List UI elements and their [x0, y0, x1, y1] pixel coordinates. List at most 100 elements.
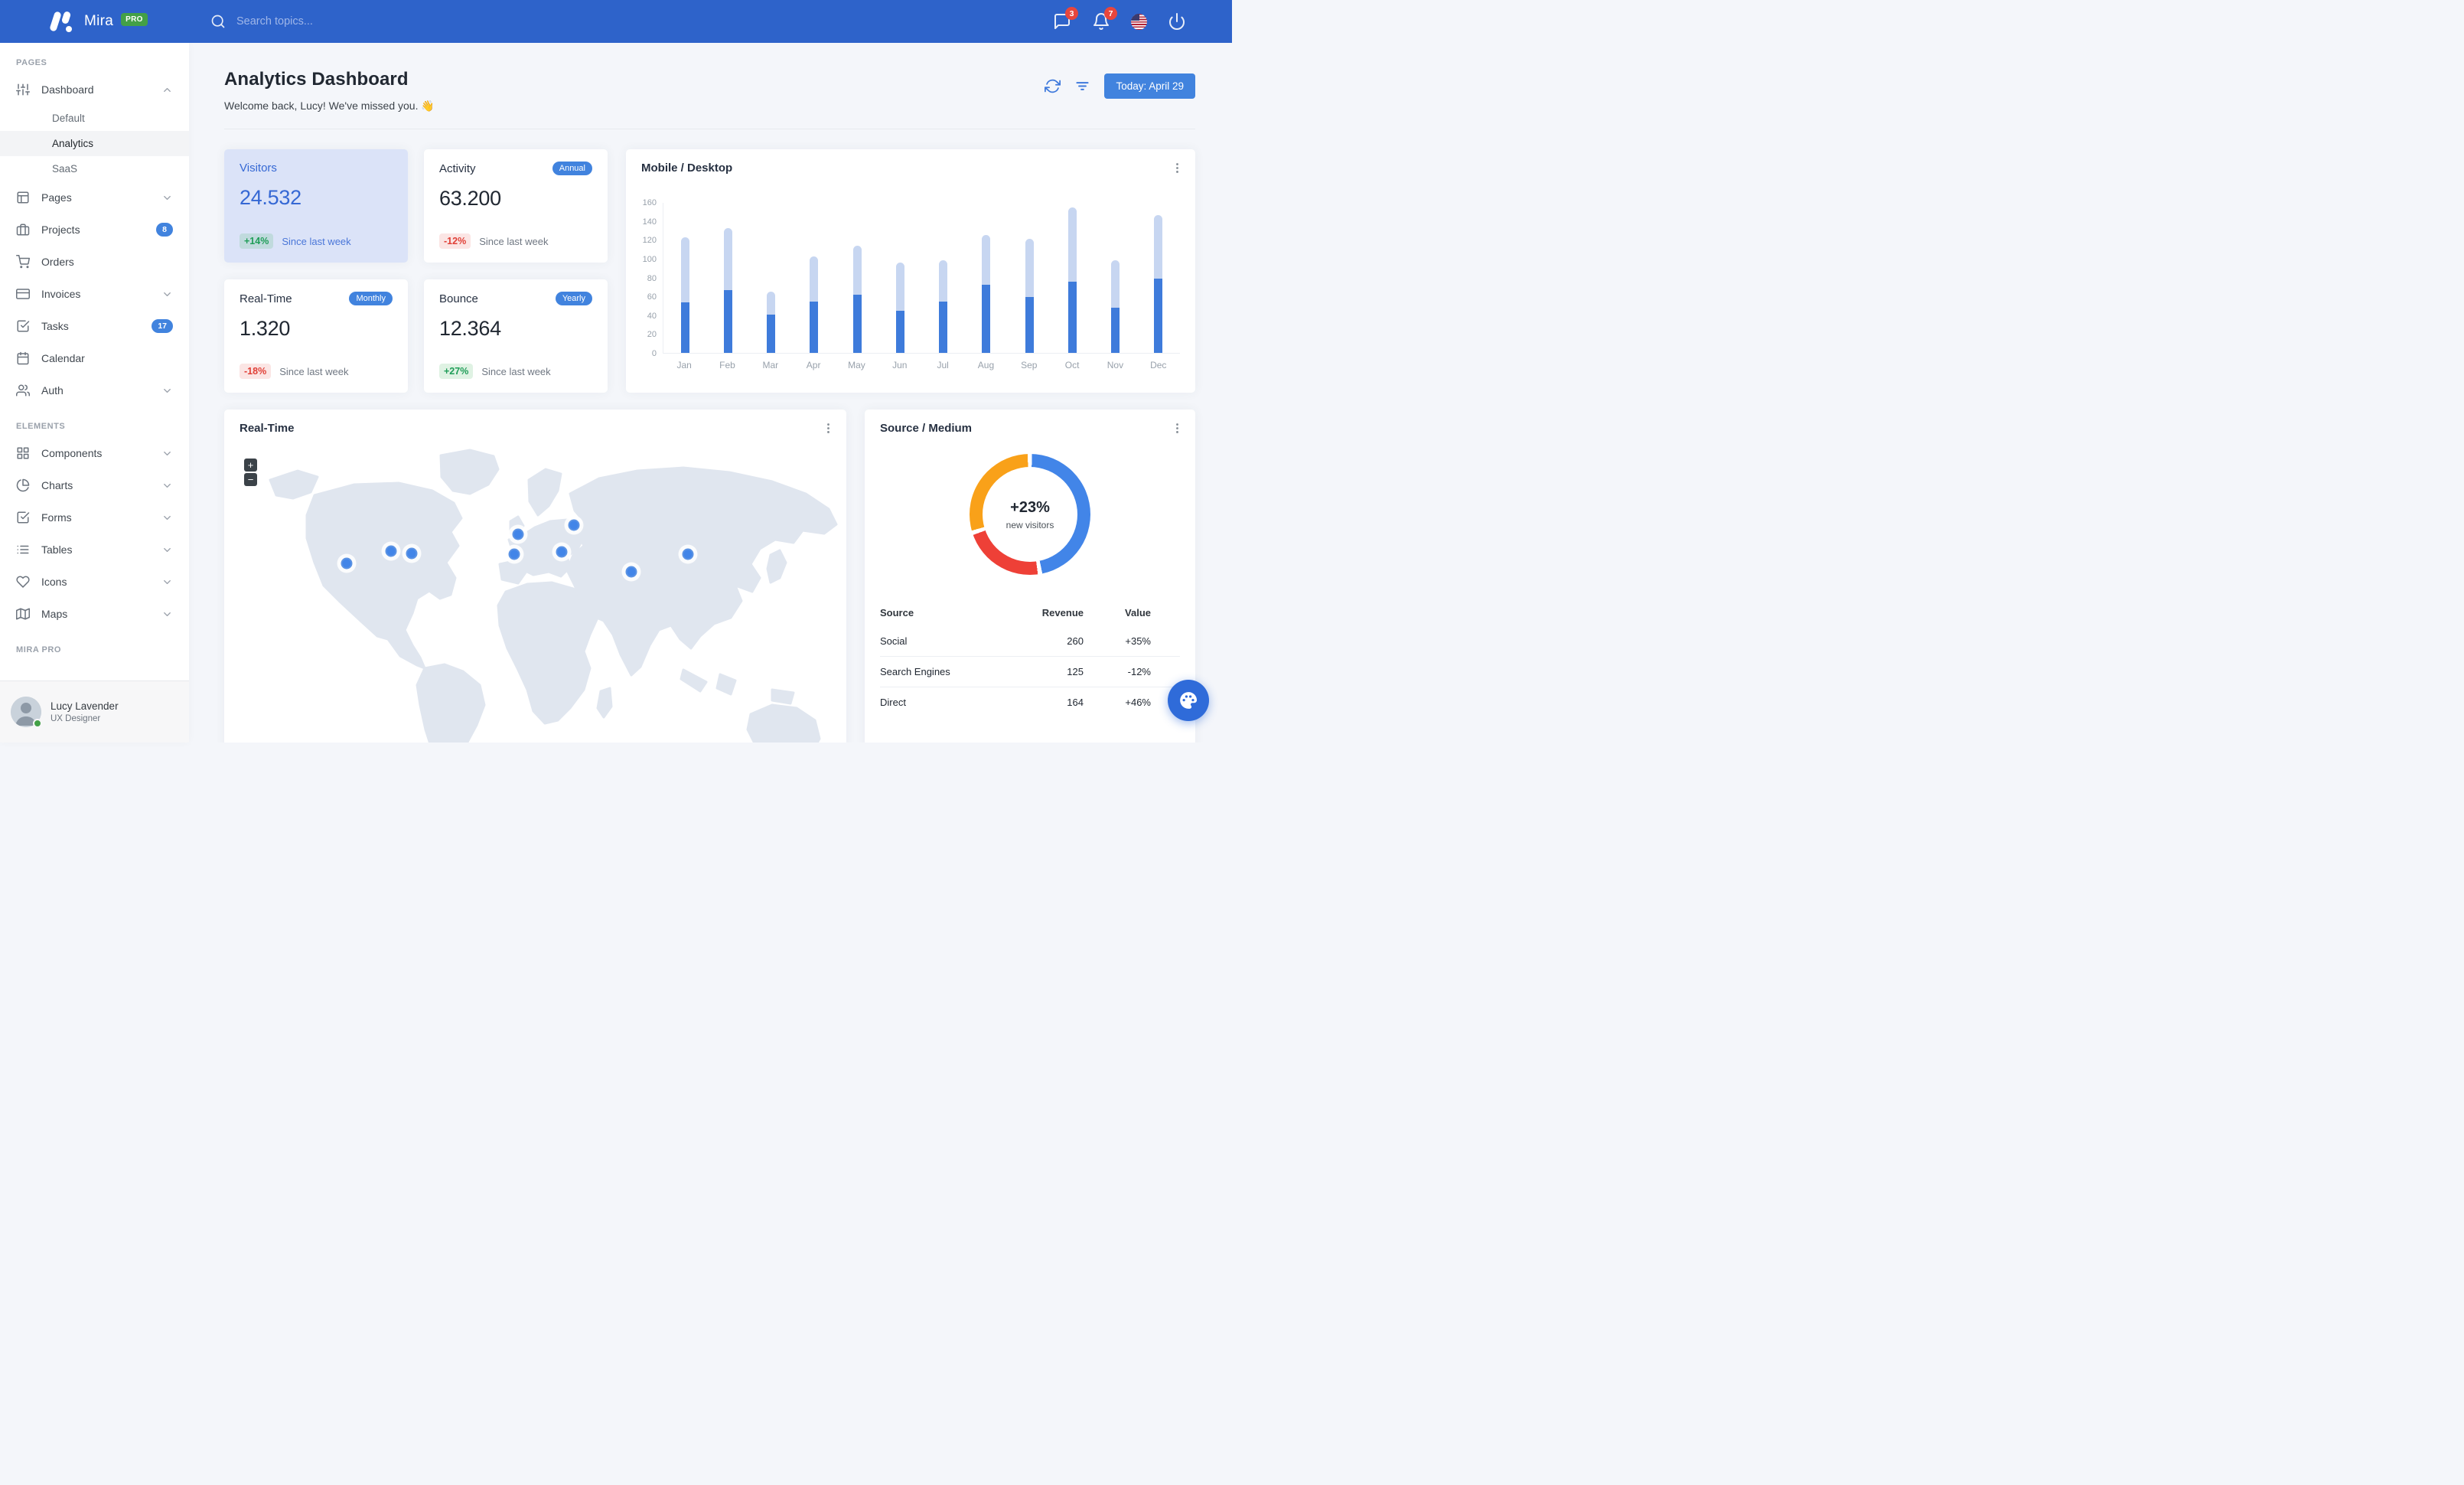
- y-tick-label: 0: [651, 349, 657, 358]
- stat-delta-badge: +14%: [240, 233, 274, 249]
- mobile-desktop-card: Mobile / Desktop 0 20 40 60 80 100 120 140 160 J…: [626, 149, 1195, 393]
- refresh-button[interactable]: [1045, 78, 1061, 95]
- donut-card-menu-button[interactable]: [1169, 420, 1185, 436]
- map-card-menu-button[interactable]: [820, 420, 836, 436]
- map-zoom-out-button[interactable]: −: [244, 473, 257, 486]
- stat-period-badge[interactable]: Yearly: [555, 292, 592, 305]
- bar-aug[interactable]: [982, 234, 991, 353]
- donut-center-label: new visitors: [1005, 519, 1054, 530]
- chevron-down-icon: [161, 448, 173, 459]
- sliders-icon: [16, 83, 30, 96]
- sidebar-item-charts[interactable]: Charts: [0, 469, 189, 501]
- bar-sep[interactable]: [1025, 238, 1034, 353]
- sidebar-subitem-saas[interactable]: SaaS: [0, 156, 189, 181]
- y-tick-label: 120: [642, 236, 657, 246]
- bar-jun[interactable]: [895, 263, 904, 353]
- bar-nov[interactable]: [1111, 259, 1120, 353]
- bar-feb[interactable]: [723, 228, 732, 353]
- world-map-svg: [269, 449, 838, 742]
- col-source: Source: [880, 607, 914, 618]
- sidebar-subitem-analytics[interactable]: Analytics: [0, 131, 189, 156]
- stat-caption: Since last week: [282, 235, 351, 247]
- search-icon: [210, 14, 226, 29]
- sidebar-item-calendar[interactable]: Calendar: [0, 342, 189, 374]
- donut-chart: +23% new visitors: [880, 454, 1180, 575]
- map-marker-new-york[interactable]: [406, 547, 418, 560]
- list-icon: [16, 543, 30, 556]
- map-zoom-controls: + −: [244, 459, 257, 486]
- map-marker-china[interactable]: [682, 548, 694, 560]
- filter-button[interactable]: [1074, 78, 1091, 95]
- x-tick-label: Mar: [762, 360, 779, 370]
- chart-y-axis: 0 20 40 60 80 100 120 140 160: [641, 198, 663, 358]
- bar-may[interactable]: [852, 246, 862, 353]
- notifications-button[interactable]: 7: [1092, 7, 1117, 31]
- map-marker-india[interactable]: [625, 566, 637, 578]
- map-marker-turkey[interactable]: [556, 546, 568, 558]
- sidebar-item-orders[interactable]: Orders: [0, 246, 189, 278]
- x-tick-label: Nov: [1107, 360, 1124, 370]
- sidebar-item-auth[interactable]: Auth: [0, 374, 189, 406]
- bar-oct[interactable]: [1067, 207, 1077, 353]
- map-marker-california[interactable]: [341, 557, 353, 570]
- sidebar-item-tasks[interactable]: Tasks 17: [0, 310, 189, 342]
- search-input[interactable]: [236, 15, 435, 28]
- bar-jul[interactable]: [939, 259, 948, 353]
- navbar-actions: 3 7: [1053, 7, 1232, 31]
- bar-jan-mobile-segment: [680, 302, 689, 353]
- language-flag-us-icon[interactable]: [1131, 13, 1147, 30]
- sidebar-item-projects[interactable]: Projects 8: [0, 214, 189, 246]
- stat-card-real-time: Real-Time Monthly 1.320 -18% Since last week: [224, 279, 408, 393]
- stat-delta-badge: +27%: [439, 364, 474, 379]
- chevron-down-icon: [161, 609, 173, 620]
- sidebar-subitem-default[interactable]: Default: [0, 106, 189, 131]
- chart-card-menu-button[interactable]: [1169, 160, 1185, 175]
- top-navbar: Mira PRO 3 7: [0, 0, 1232, 43]
- map-marker-moscow[interactable]: [568, 519, 580, 531]
- sidebar-item-maps[interactable]: Maps: [0, 598, 189, 630]
- stats-grid: Visitors 24.532 +14% Since last week Activit…: [224, 149, 608, 393]
- x-tick-label: Jun: [892, 360, 908, 370]
- realtime-map-card: Real-Time + −: [224, 410, 846, 742]
- map-marker-london[interactable]: [512, 528, 524, 540]
- sidebar-item-forms[interactable]: Forms: [0, 501, 189, 534]
- theme-settings-fab[interactable]: [1168, 680, 1209, 721]
- chart-card-title: Mobile / Desktop: [641, 162, 733, 175]
- messages-button[interactable]: 3: [1053, 7, 1078, 31]
- stat-period-badge[interactable]: Annual: [552, 162, 592, 175]
- stat-period-badge[interactable]: Monthly: [349, 292, 393, 305]
- bar-slot-sep: [1008, 203, 1051, 353]
- bar-dec[interactable]: [1154, 214, 1163, 353]
- brand[interactable]: Mira PRO: [0, 10, 189, 32]
- cell-value: -12%: [1114, 656, 1180, 687]
- palette-icon: [1178, 690, 1198, 710]
- sidebar-item-dashboard[interactable]: Dashboard: [0, 73, 189, 106]
- sign-out-button[interactable]: [1168, 12, 1186, 31]
- map-card-title: Real-Time: [240, 422, 295, 435]
- x-tick-label: Jan: [676, 360, 692, 370]
- map-icon: [16, 607, 30, 621]
- sidebar-item-tables[interactable]: Tables: [0, 534, 189, 566]
- chevron-down-icon: [161, 544, 173, 556]
- sidebar-item-icons[interactable]: Icons: [0, 566, 189, 598]
- bar-slot-aug: [965, 203, 1008, 353]
- briefcase-icon: [16, 223, 30, 237]
- stat-value: 63.200: [439, 187, 501, 210]
- map-zoom-in-button[interactable]: +: [244, 459, 257, 472]
- sidebar-item-components[interactable]: Components: [0, 437, 189, 469]
- bar-jan[interactable]: [680, 237, 689, 353]
- stat-delta-badge: -18%: [240, 364, 272, 379]
- date-button[interactable]: Today: April 29: [1104, 73, 1195, 99]
- bar-apr[interactable]: [810, 256, 819, 353]
- sidebar-section-label-elements: Elements: [16, 422, 66, 431]
- chevron-down-icon: [161, 192, 173, 204]
- map-marker-spain[interactable]: [508, 548, 520, 560]
- bar-mar[interactable]: [767, 292, 776, 353]
- sidebar-user[interactable]: Lucy Lavender UX Designer: [0, 680, 189, 742]
- y-tick-label: 80: [647, 273, 657, 283]
- sidebar-item-pages[interactable]: Pages: [0, 181, 189, 214]
- map-marker-chicago[interactable]: [385, 545, 397, 557]
- bar-slot-apr: [793, 203, 836, 353]
- sidebar-item-invoices[interactable]: Invoices: [0, 278, 189, 310]
- notifications-count-badge: 7: [1104, 7, 1117, 20]
